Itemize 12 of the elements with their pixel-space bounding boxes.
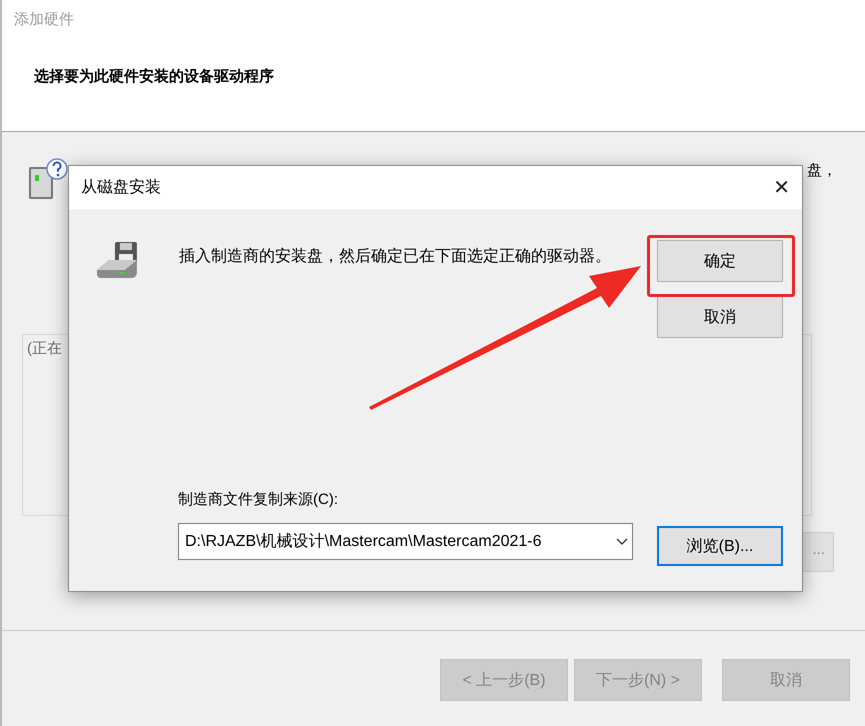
- page-heading: 选择要为此硬件安装的设备驱动程序: [34, 67, 274, 86]
- window-title: 添加硬件: [14, 10, 75, 29]
- dropdown-caret-icon[interactable]: [616, 538, 628, 546]
- source-label: 制造商文件复制来源(C):: [178, 490, 339, 509]
- instruction-text: 盘，: [807, 161, 837, 180]
- dialog-title: 从磁盘安装: [81, 178, 161, 198]
- close-icon[interactable]: ✕: [773, 175, 790, 200]
- cancel-button[interactable]: 取消: [657, 296, 783, 338]
- source-path-combo[interactable]: D:\RJAZB\机械设计\Mastercam\Mastercam2021-6: [178, 523, 633, 560]
- instruction-message: 插入制造商的安装盘，然后确定已在下面选定正确的驱动器。: [178, 246, 612, 267]
- ok-button[interactable]: 确定: [657, 240, 783, 282]
- browse-button[interactable]: 浏览(B)...: [657, 526, 783, 566]
